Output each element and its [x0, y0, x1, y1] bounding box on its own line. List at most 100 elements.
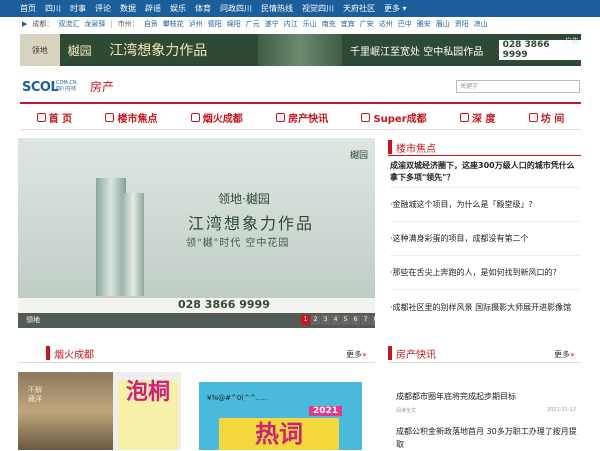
carousel-page[interactable]: 5: [341, 315, 350, 325]
focus-headline[interactable]: 成渝双城经济圈下，这座300万级人口的城市凭什么拿下多项"领先"？: [390, 160, 580, 184]
focus-section-title[interactable]: 楼市焦点: [396, 140, 436, 155]
city-link[interactable]: 内江: [284, 19, 298, 29]
topnav-more[interactable]: 更多 ▾: [384, 3, 407, 14]
region-link[interactable]: 双流汇: [58, 19, 79, 29]
region-navigation: ▶ 成都： 双流汇 龙泉驿 | 市州： 自贡 攀枝花 泸州 德阳 绵阳 广元 遂…: [0, 17, 600, 31]
news-date: 2021-11-12: [546, 407, 576, 413]
nav-fangjian[interactable]: 坊 间: [528, 110, 565, 125]
city-link[interactable]: 资阳: [455, 19, 469, 29]
city-link[interactable]: 广安: [360, 19, 374, 29]
divider: [390, 255, 580, 256]
top-navigation: 首页 四川 时事 评论 数据 辟谣 娱乐 体育 问政四川 民情热线 视觉四川 天…: [0, 0, 600, 17]
play-icon: ▶: [22, 20, 28, 28]
kuaixun-more-link[interactable]: 更多»: [554, 349, 575, 360]
focus-news-item[interactable]: ·成都社区里的别样风景 国际摄影大师展开进影像馆: [390, 302, 580, 314]
city-link[interactable]: 广元: [246, 19, 260, 29]
city-link[interactable]: 凉山: [474, 19, 488, 29]
city-link[interactable]: 雅安: [417, 19, 431, 29]
nav-home[interactable]: 首 页: [36, 110, 73, 125]
city-link[interactable]: 乐山: [303, 19, 317, 29]
kuaixun-news-item[interactable]: 成都公积金新政落地首月 30多万职工办理了按月提取: [396, 425, 580, 451]
city-link[interactable]: 德阳: [208, 19, 222, 29]
city-link[interactable]: 遂宁: [265, 19, 279, 29]
thumbnail-text: ¥%@#^0(^^.....: [207, 394, 267, 402]
focus-section-header: 楼市焦点: [388, 138, 581, 156]
nav-divider: [20, 129, 581, 130]
banner-image: [257, 34, 343, 66]
topnav-home[interactable]: 首页: [20, 3, 36, 14]
topnav-community[interactable]: 天府社区: [343, 3, 375, 14]
yanhuo-more-link[interactable]: 更多»: [346, 349, 367, 360]
double-chevron-icon: »: [570, 350, 575, 359]
carousel-page[interactable]: 7: [361, 315, 370, 325]
city-link[interactable]: 自贡: [144, 19, 158, 29]
divider: [390, 289, 580, 290]
carousel-pager: 1 2 3 4 5 6 7 8 9 10: [301, 315, 375, 325]
city-link[interactable]: 泸州: [189, 19, 203, 29]
hero-caption[interactable]: 领地: [26, 315, 40, 325]
advert-banner[interactable]: 领地 樾园 江湾想象力作品 千里岷江至宽处 空中私园作品 028 3866 99…: [20, 34, 581, 66]
yanhuo-section-title[interactable]: 烟火成都: [54, 346, 94, 361]
thumbnail-title: 泡桐: [118, 380, 178, 450]
kuaixun-news-item[interactable]: 成都都市圈年底将完成起步期目标: [396, 391, 516, 402]
carousel-page[interactable]: 2: [311, 315, 320, 325]
double-chevron-icon: »: [362, 350, 367, 359]
advert-label: 广告: [565, 37, 579, 45]
carousel-page[interactable]: 6: [351, 315, 360, 325]
site-logo[interactable]: SCOL: [22, 80, 59, 95]
hero-headline-3: 领"樾"时代 空中花园: [186, 238, 290, 249]
yanhuo-thumbnail[interactable]: ¥%@#^0(^^..... 2021 热词: [199, 382, 362, 450]
carousel-page[interactable]: 4: [331, 315, 340, 325]
city-link[interactable]: 眉山: [436, 19, 450, 29]
topnav-news[interactable]: 时事: [70, 3, 86, 14]
city-link[interactable]: 南充: [322, 19, 336, 29]
focus-news-item[interactable]: ·那些在舌尖上奔跑的人，是如何找到新风口的？: [390, 267, 580, 279]
section-flag: [46, 346, 50, 360]
nav-super[interactable]: Super成都: [361, 110, 427, 125]
tower-image: [122, 193, 144, 296]
city-link[interactable]: 攀枝花: [163, 19, 184, 29]
read-more-link[interactable]: 阅读全文: [396, 408, 416, 414]
topnav-visual[interactable]: 视觉四川: [302, 3, 334, 14]
topnav-rumor[interactable]: 辟谣: [145, 3, 161, 14]
news-meta: 阅读全文 2021-11-12: [396, 407, 580, 417]
focus-news-item[interactable]: ·金融城这个项目，为什么是「殿堂级」？: [390, 199, 580, 211]
nav-focus[interactable]: 楼市焦点: [105, 110, 157, 125]
more-label: 更多: [346, 350, 362, 359]
topnav-politics[interactable]: 问政四川: [220, 3, 252, 14]
topnav-hotline[interactable]: 民情热线: [261, 3, 293, 14]
city-link[interactable]: 巴中: [398, 19, 412, 29]
yanhuo-section-header: 烟火成都 更多»: [46, 344, 376, 362]
nav-label: 深 度: [471, 113, 496, 125]
kuaixun-section-title[interactable]: 房产快讯: [396, 346, 436, 361]
topnav-sichuan[interactable]: 四川: [45, 3, 61, 14]
divider: |: [110, 20, 113, 28]
header-divider: [20, 102, 581, 104]
screen-icon: [105, 112, 115, 122]
city-label: 市州：: [117, 20, 139, 28]
topnav-data[interactable]: 数据: [120, 3, 136, 14]
region-link[interactable]: 龙泉驿: [84, 19, 105, 29]
nav-label: 首 页: [48, 113, 73, 125]
carousel-page[interactable]: 8: [371, 315, 375, 325]
nav-kuaixun[interactable]: 房产快讯: [276, 110, 328, 125]
people-icon: [361, 112, 371, 122]
nav-label: 坊 间: [540, 113, 565, 125]
topnav-entertainment[interactable]: 娱乐: [170, 3, 186, 14]
carousel-page[interactable]: 1: [301, 315, 310, 325]
logo-cn-name: 四川在线: [56, 86, 77, 92]
thumbnail-text: 不解藏洋: [28, 386, 42, 403]
hero-carousel[interactable]: 樾园 领地·樾园 江湾想象力作品 领"樾"时代 空中花园 028 3866 99…: [18, 138, 375, 328]
search-input[interactable]: 关键字: [456, 80, 580, 93]
focus-news-item[interactable]: ·这种满身彩蛋的项目，成都没有第二个: [390, 233, 580, 245]
city-link[interactable]: 达州: [379, 19, 393, 29]
nav-yanhuo[interactable]: 烟火成都: [190, 110, 243, 125]
chengdu-label: 成都：: [32, 20, 54, 28]
yanhuo-thumbnail[interactable]: 不解藏洋 泡桐: [18, 372, 181, 450]
city-link[interactable]: 宜宾: [341, 19, 355, 29]
carousel-page[interactable]: 3: [321, 315, 330, 325]
topnav-sports[interactable]: 体育: [195, 3, 211, 14]
nav-depth[interactable]: 深 度: [459, 110, 496, 125]
city-link[interactable]: 绵阳: [227, 19, 241, 29]
topnav-comment[interactable]: 评论: [95, 3, 111, 14]
